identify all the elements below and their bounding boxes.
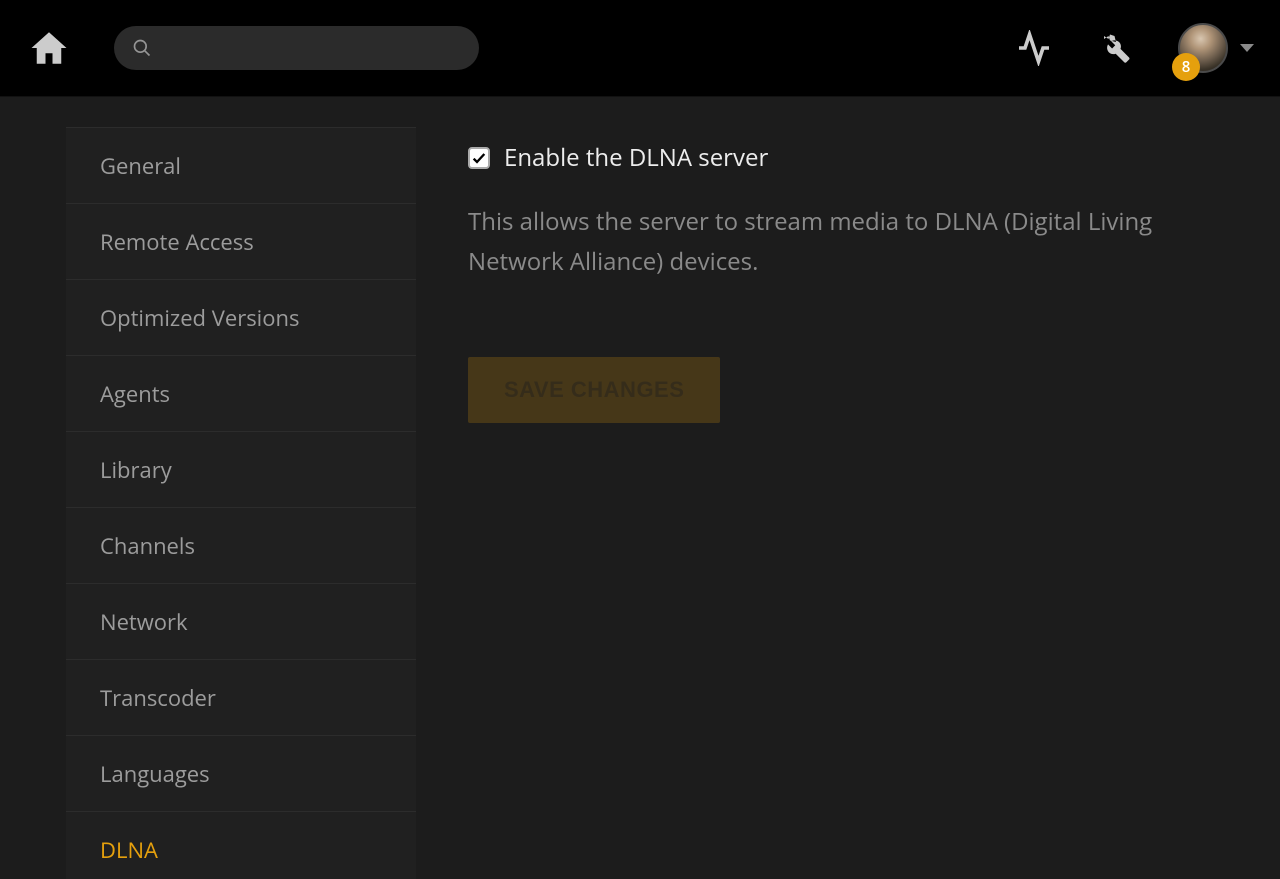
activity-button[interactable] — [1014, 28, 1054, 68]
sidebar-item-label: Transcoder — [100, 683, 216, 713]
content-area: General Remote Access Optimized Versions… — [0, 97, 1280, 879]
sidebar-item-label: Remote Access — [100, 227, 254, 257]
sidebar-item-label: Languages — [100, 759, 210, 789]
enable-dlna-label: Enable the DLNA server — [504, 141, 768, 174]
sidebar-item-dlna[interactable]: DLNA — [66, 812, 416, 879]
settings-sidebar: General Remote Access Optimized Versions… — [66, 127, 416, 879]
sidebar-item-transcoder[interactable]: Transcoder — [66, 660, 416, 736]
enable-dlna-description: This allows the server to stream media t… — [468, 202, 1168, 281]
sidebar-item-label: General — [100, 151, 181, 181]
topbar-right: 8 — [1014, 23, 1254, 73]
home-icon — [28, 27, 70, 69]
notification-badge: 8 — [1172, 53, 1200, 81]
sidebar-item-channels[interactable]: Channels — [66, 508, 416, 584]
sidebar-item-label: Optimized Versions — [100, 303, 299, 333]
search-icon — [132, 38, 152, 58]
check-icon — [471, 150, 487, 166]
activity-icon — [1016, 30, 1052, 66]
sidebar-item-library[interactable]: Library — [66, 432, 416, 508]
sidebar-item-network[interactable]: Network — [66, 584, 416, 660]
sidebar-item-label: Channels — [100, 531, 195, 561]
search-input-wrap[interactable] — [114, 26, 479, 70]
sidebar-item-label: DLNA — [100, 835, 158, 865]
settings-panel: Enable the DLNA server This allows the s… — [416, 127, 1280, 879]
sidebar-item-label: Network — [100, 607, 188, 637]
tools-button[interactable] — [1096, 28, 1136, 68]
chevron-down-icon — [1240, 44, 1254, 52]
top-bar: 8 — [0, 0, 1280, 97]
sidebar-item-label: Agents — [100, 379, 170, 409]
sidebar-item-agents[interactable]: Agents — [66, 356, 416, 432]
sidebar-item-general[interactable]: General — [66, 128, 416, 204]
sidebar-item-optimized-versions[interactable]: Optimized Versions — [66, 280, 416, 356]
home-button[interactable] — [26, 25, 72, 71]
user-menu[interactable]: 8 — [1178, 23, 1254, 73]
tools-icon — [1098, 30, 1134, 66]
enable-dlna-checkbox[interactable] — [468, 147, 490, 169]
sidebar-item-languages[interactable]: Languages — [66, 736, 416, 812]
enable-dlna-row: Enable the DLNA server — [468, 141, 1228, 174]
search-input[interactable] — [164, 37, 461, 60]
save-changes-button[interactable]: SAVE CHANGES — [468, 357, 720, 423]
sidebar-item-label: Library — [100, 455, 172, 485]
sidebar-item-remote-access[interactable]: Remote Access — [66, 204, 416, 280]
